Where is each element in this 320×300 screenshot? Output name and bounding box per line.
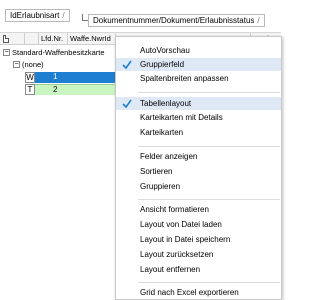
column-header-lfdnr[interactable]: Lfd.Nr. (39, 33, 68, 45)
menu-item-layout-laden[interactable]: Layout von Datei laden (116, 218, 281, 231)
menu-item-label: Layout zurücksetzen (140, 250, 214, 259)
menu-item-label: Gruppieren (140, 182, 181, 191)
group-chip-dokument[interactable]: Dokumentnummer/Dokument/Erlaubnisstatus / (88, 14, 265, 27)
table-row[interactable]: W 1 (25, 72, 125, 83)
value-cell[interactable]: 1 (35, 72, 125, 83)
menu-item-gruppierfeld[interactable]: Gruppierfeld (116, 58, 281, 71)
menu-item-autovorschau[interactable]: AutoVorschau (116, 44, 281, 57)
menu-item-ansicht-formatieren[interactable]: Ansicht formatieren (116, 203, 281, 216)
menu-item-label: Grid nach Excel exportieren (140, 288, 239, 297)
menu-separator (138, 282, 280, 283)
sort-indicator: / (257, 16, 260, 25)
column-header-icon[interactable] (0, 33, 25, 45)
menu-item-excel-export[interactable]: Grid nach Excel exportieren (116, 286, 281, 299)
menu-item-label: Felder anzeigen (140, 152, 198, 161)
menu-item-label: Karteikarten mit Details (140, 113, 223, 122)
group-row-label: (none) (22, 60, 44, 69)
menu-item-label: Gruppierfeld (140, 60, 185, 69)
column-header-waffe-nwrid[interactable]: Waffe.NwrId (68, 33, 116, 45)
menu-item-gruppieren[interactable]: Gruppieren (116, 180, 281, 193)
group-by-panel: IdErlaubnisart / Dokumentnummer/Dokument/… (0, 0, 281, 33)
menu-item-label: Layout in Datei speichern (140, 235, 231, 244)
menu-item-spaltenbreiten[interactable]: Spaltenbreiten anpassen (116, 72, 281, 85)
menu-item-label: Tabellenlayout (140, 99, 192, 108)
collapse-icon[interactable]: − (3, 49, 10, 56)
menu-item-layout-speichern[interactable]: Layout in Datei speichern (116, 233, 281, 246)
menu-item-layout-entfernen[interactable]: Layout entfernen (116, 263, 281, 276)
menu-item-tabellenlayout[interactable]: Tabellenlayout (116, 97, 281, 110)
menu-item-karteikarten-details[interactable]: Karteikarten mit Details (116, 111, 281, 124)
group-chip-label: IdErlaubnisart (10, 11, 60, 20)
menu-item-label: Ansicht formatieren (140, 205, 209, 214)
checkmark-icon (122, 99, 132, 108)
menu-separator (138, 199, 280, 200)
group-chip-iderlaubnisart[interactable]: IdErlaubnisart / (5, 9, 70, 22)
menu-item-label: Layout von Datei laden (140, 220, 222, 229)
menu-item-sortieren[interactable]: Sortieren (116, 165, 281, 178)
menu-item-label: Spaltenbreiten anpassen (140, 74, 229, 83)
menu-item-label: Layout entfernen (140, 265, 201, 274)
menu-separator (138, 92, 280, 93)
type-cell: T (25, 84, 35, 95)
document-icon (3, 35, 9, 43)
menu-separator (138, 146, 280, 147)
menu-item-karteikarten[interactable]: Karteikarten (116, 126, 281, 139)
collapse-icon[interactable]: − (13, 61, 20, 68)
group-chip-label: Dokumentnummer/Dokument/Erlaubnisstatus (93, 16, 255, 25)
table-row[interactable]: T 2 (25, 84, 125, 95)
context-menu: AutoVorschau Gruppierfeld Spaltenbreiten… (115, 36, 282, 300)
checkmark-icon (122, 60, 132, 69)
group-row-label: Standard-Waffenbesitzkarte (12, 48, 105, 57)
menu-item-label: Karteikarten (140, 128, 184, 137)
value-cell[interactable]: 2 (35, 84, 125, 95)
menu-item-felder-anzeigen[interactable]: Felder anzeigen (116, 150, 281, 163)
menu-item-label: AutoVorschau (140, 46, 190, 55)
menu-item-layout-zuruecksetzen[interactable]: Layout zurücksetzen (116, 248, 281, 261)
menu-item-label: Sortieren (140, 167, 173, 176)
grid-window: IdErlaubnisart / Dokumentnummer/Dokument/… (0, 0, 282, 300)
sort-indicator: / (62, 11, 65, 20)
type-cell: W (25, 72, 35, 83)
column-header-blank[interactable] (25, 33, 39, 45)
